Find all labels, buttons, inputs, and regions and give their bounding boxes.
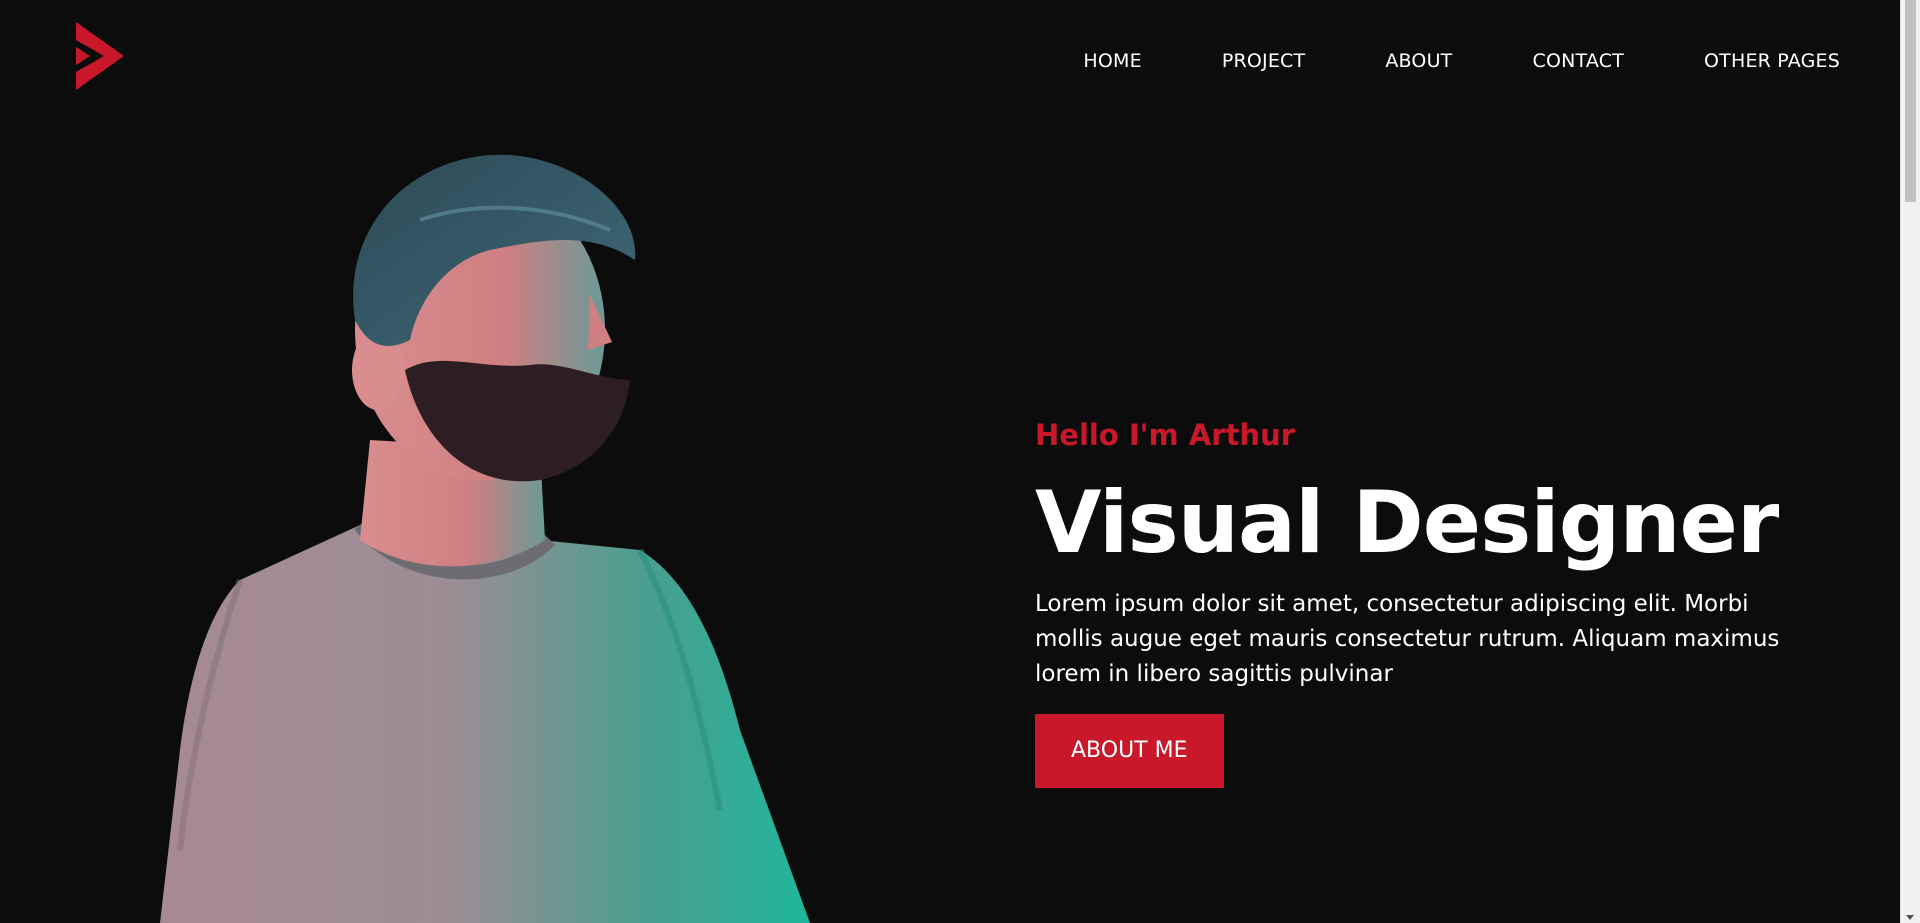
hero-intro-text: Lorem ipsum dolor sit amet, consectetur … <box>1035 591 1780 687</box>
scroll-down-arrow-icon[interactable] <box>1906 915 1914 920</box>
nav-item-home[interactable]: HOME <box>1083 48 1141 74</box>
landing-page: HOME PROJECT ABOUT CONTACT OTHER PAGES H… <box>0 0 1920 923</box>
hero-greeting: Hello I'm Arthur <box>1035 418 1296 452</box>
main-nav: HOME PROJECT ABOUT CONTACT OTHER PAGES <box>1083 48 1840 74</box>
scrollbar-thumb[interactable] <box>1905 0 1916 202</box>
nav-item-about[interactable]: ABOUT <box>1385 48 1452 74</box>
nav-item-contact[interactable]: CONTACT <box>1532 48 1624 74</box>
hero-section: Hello I'm Arthur Visual Designer Lorem i… <box>1035 415 1795 788</box>
portrait-image <box>160 154 810 923</box>
vertical-scrollbar[interactable] <box>1900 0 1920 923</box>
play-chevron-logo-icon[interactable] <box>74 20 126 92</box>
about-me-button[interactable]: ABOUT ME <box>1035 714 1224 788</box>
hero-headline: Visual Designer <box>1035 473 1779 573</box>
nav-item-project[interactable]: PROJECT <box>1222 48 1306 74</box>
nav-item-other-pages[interactable]: OTHER PAGES <box>1704 48 1840 74</box>
